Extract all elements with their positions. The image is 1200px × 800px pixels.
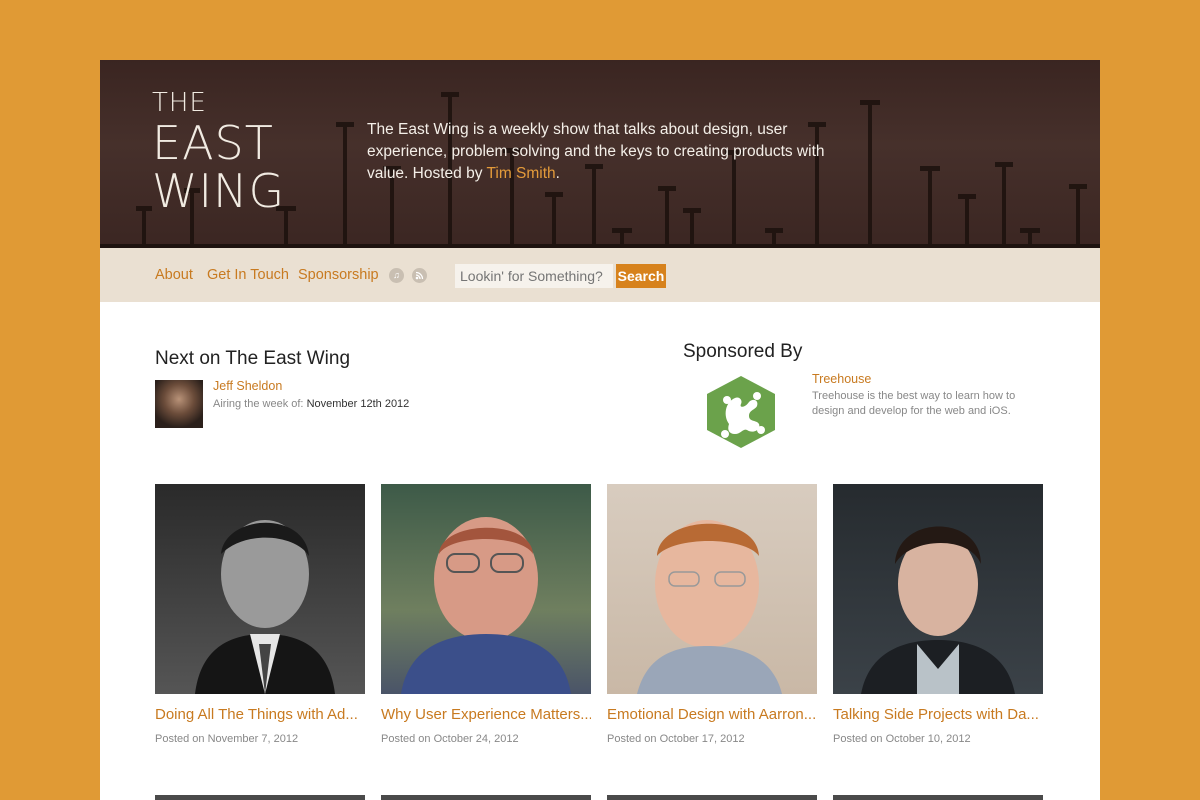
- tagline-text: The East Wing is a weekly show that talk…: [367, 121, 825, 182]
- treehouse-logo[interactable]: [703, 372, 779, 457]
- tagline-end: .: [555, 165, 560, 182]
- nav-get-in-touch-link[interactable]: Get In Touch: [207, 267, 289, 283]
- airing-date: November 12th 2012: [306, 398, 410, 410]
- airing-info: Airing the week of: November 12th 2012: [213, 398, 409, 410]
- logo-line-wing: WING: [152, 164, 286, 218]
- episode-photo[interactable]: [381, 484, 591, 694]
- next-episode-heading: Next on The East Wing: [155, 348, 351, 369]
- next-row-photo-edge: [607, 795, 817, 800]
- site-logo[interactable]: THE EAST WING: [152, 90, 285, 214]
- search-input[interactable]: [455, 264, 613, 288]
- rss-icon[interactable]: [412, 268, 427, 283]
- host-link[interactable]: Tim Smith: [486, 165, 555, 182]
- episode-card[interactable]: Emotional Design with Aarron... Posted o…: [607, 484, 817, 745]
- episode-date: Posted on October 10, 2012: [833, 733, 971, 745]
- sponsor-heading: Sponsored By: [683, 341, 803, 362]
- site-header: THE EAST WING The East Wing is a weekly …: [100, 60, 1100, 248]
- episode-date: Posted on November 7, 2012: [155, 733, 299, 745]
- episode-photo[interactable]: [155, 484, 365, 694]
- music-note-icon[interactable]: ♫: [389, 268, 404, 283]
- next-guest-link[interactable]: Jeff Sheldon: [213, 379, 282, 393]
- episode-photo[interactable]: [607, 484, 817, 694]
- episode-card[interactable]: Doing All The Things with Ad... Posted o…: [155, 484, 365, 745]
- nav-about-link[interactable]: About: [155, 267, 193, 283]
- episode-title[interactable]: Doing All The Things with Ad...: [155, 706, 365, 723]
- airing-label: Airing the week of:: [213, 398, 304, 410]
- logo-line-the: THE: [152, 88, 207, 118]
- nav-bar: About Get In Touch Sponsorship ♫ Search: [100, 248, 1100, 302]
- nav-sponsorship-link[interactable]: Sponsorship: [298, 267, 379, 283]
- episode-title[interactable]: Why User Experience Matters...: [381, 706, 591, 723]
- next-row-photo-edge: [833, 795, 1043, 800]
- logo-line-east: EAST: [152, 116, 274, 170]
- episode-title[interactable]: Emotional Design with Aarron...: [607, 706, 817, 723]
- site-page: THE EAST WING The East Wing is a weekly …: [100, 60, 1100, 800]
- next-row-photo-edge: [381, 795, 591, 800]
- episode-date: Posted on October 17, 2012: [607, 733, 745, 745]
- episode-photo[interactable]: [833, 484, 1043, 694]
- episode-date: Posted on October 24, 2012: [381, 733, 519, 745]
- next-row-photo-edge: [155, 795, 365, 800]
- sponsor-name-link[interactable]: Treehouse: [812, 372, 871, 386]
- site-tagline: The East Wing is a weekly show that talk…: [367, 119, 847, 185]
- episode-card[interactable]: Why User Experience Matters... Posted on…: [381, 484, 591, 745]
- sponsor-description: Treehouse is the best way to learn how t…: [812, 390, 1016, 417]
- search-button[interactable]: Search: [616, 264, 666, 288]
- guest-avatar[interactable]: [155, 380, 203, 428]
- episode-card[interactable]: Talking Side Projects with Da... Posted …: [833, 484, 1043, 745]
- episode-title[interactable]: Talking Side Projects with Da...: [833, 706, 1043, 723]
